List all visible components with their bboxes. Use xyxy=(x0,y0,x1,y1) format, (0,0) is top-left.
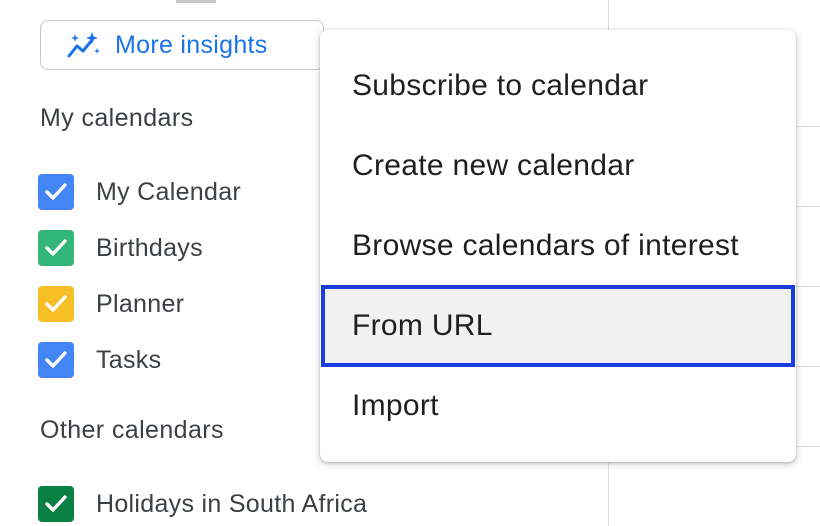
menu-item-subscribe[interactable]: Subscribe to calendar xyxy=(320,46,796,126)
menu-item-import[interactable]: Import xyxy=(320,366,796,446)
sparkle-chart-icon xyxy=(65,30,101,60)
calendar-app: More insights My calendars My Calendar B… xyxy=(0,0,820,526)
calendar-item-tasks[interactable]: Tasks xyxy=(38,340,161,380)
calendar-label: Planner xyxy=(96,289,185,318)
more-insights-button[interactable]: More insights xyxy=(40,20,324,70)
checkbox-checked-icon[interactable] xyxy=(38,230,74,266)
calendar-label: Birthdays xyxy=(96,233,203,262)
cut-off-heading xyxy=(176,0,236,4)
menu-item-from-url[interactable]: From URL xyxy=(321,285,795,367)
calendar-label: Tasks xyxy=(96,345,162,374)
my-calendars-heading[interactable]: My calendars xyxy=(40,104,193,133)
other-calendars-heading[interactable]: Other calendars xyxy=(40,416,224,445)
calendar-item-my-calendar[interactable]: My Calendar xyxy=(38,172,241,212)
more-insights-label: More insights xyxy=(115,30,268,59)
menu-item-browse[interactable]: Browse calendars of interest xyxy=(320,206,796,286)
calendar-item-holidays[interactable]: Holidays in South Africa xyxy=(38,484,367,524)
calendar-item-birthdays[interactable]: Birthdays xyxy=(38,228,203,268)
checkbox-checked-icon[interactable] xyxy=(38,174,74,210)
checkbox-checked-icon[interactable] xyxy=(38,486,74,522)
calendar-label: My Calendar xyxy=(96,177,242,206)
checkbox-checked-icon[interactable] xyxy=(38,286,74,322)
checkbox-checked-icon[interactable] xyxy=(38,342,74,378)
menu-item-create-new[interactable]: Create new calendar xyxy=(320,126,796,206)
calendar-item-planner[interactable]: Planner xyxy=(38,284,184,324)
calendar-label: Holidays in South Africa xyxy=(96,489,368,518)
add-calendar-menu: Subscribe to calendar Create new calenda… xyxy=(320,30,796,462)
